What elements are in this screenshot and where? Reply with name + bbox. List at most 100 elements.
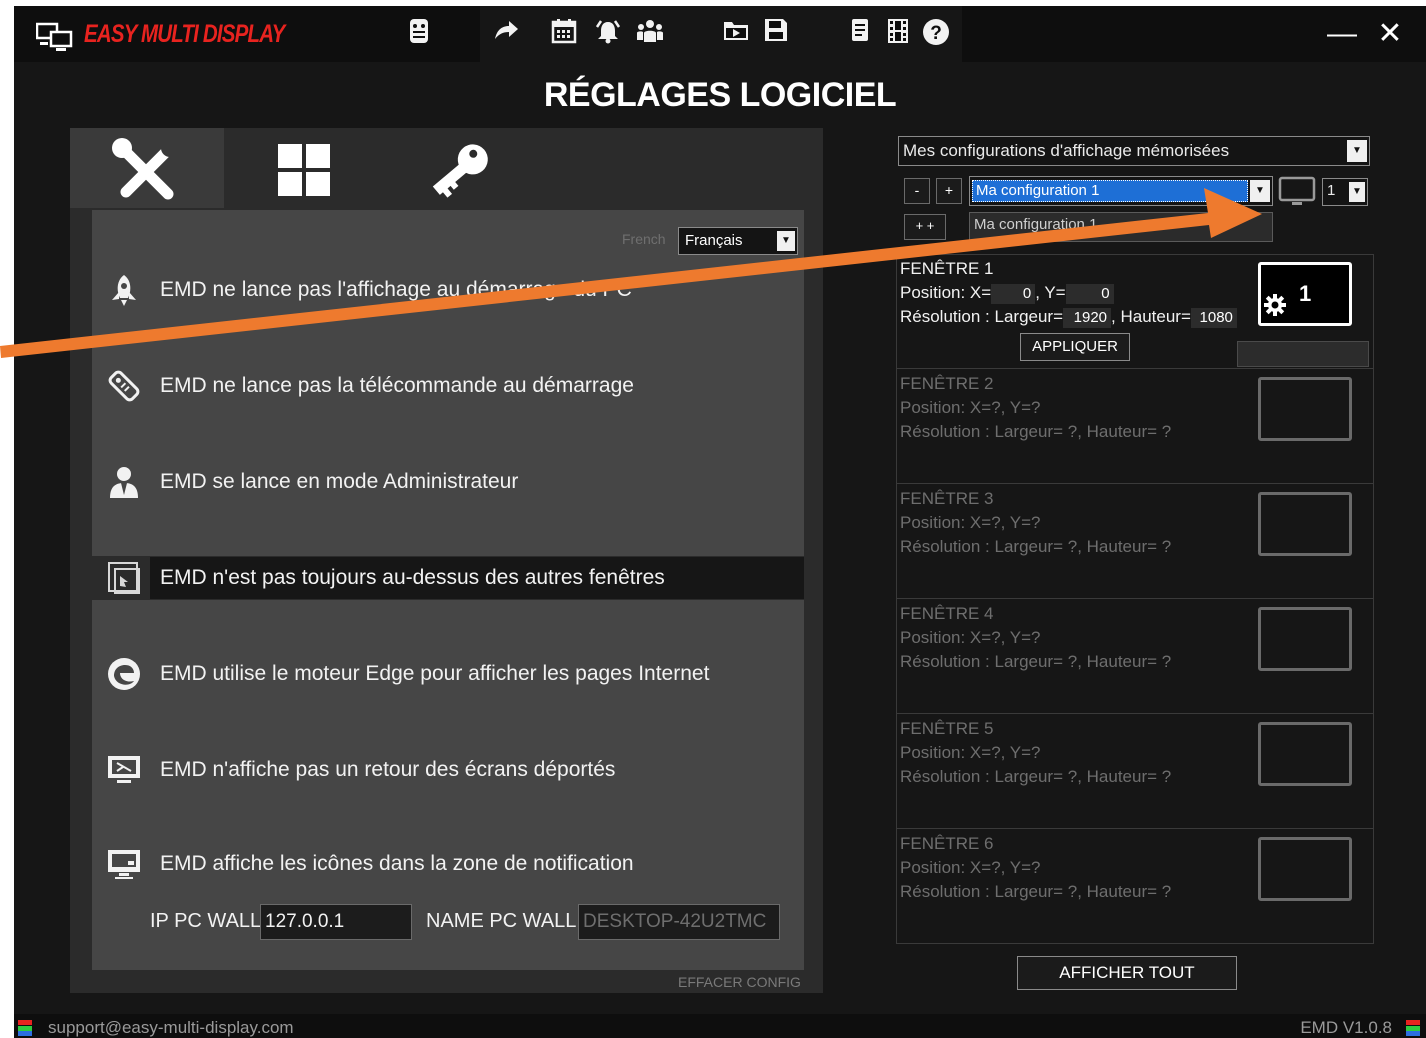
window-resolution: Résolution : Largeur= ?, Hauteur= ? — [900, 537, 1172, 556]
window-screen-number: 1 — [1299, 281, 1312, 306]
window-5[interactable]: FENÊTRE 5 Position: X=?, Y=? Résolution … — [897, 715, 1373, 829]
app-window: EASY MULTI DISPLAY ? — ✕ RÉGLAGES LOGICI… — [14, 6, 1426, 1038]
duplicate-config-button[interactable]: + + — [904, 214, 946, 240]
help-icon[interactable]: ? — [920, 18, 952, 50]
window-resolution: Résolution : Largeur= ?, Hauteur= ? — [900, 767, 1172, 786]
close-button[interactable]: ✕ — [1370, 14, 1410, 54]
folder-play-icon[interactable] — [720, 18, 752, 50]
multi-display-logo-icon — [36, 22, 73, 51]
window-title: FENÊTRE 6 — [900, 834, 994, 853]
chevron-down-icon[interactable]: ▼ — [777, 231, 795, 251]
option-label: EMD se lance en mode Administrateur — [160, 470, 519, 493]
save-icon[interactable] — [760, 18, 792, 50]
window-3[interactable]: FENÊTRE 3 Position: X=?, Y=? Résolution … — [897, 485, 1373, 599]
apply-button[interactable]: APPLIQUER — [1020, 333, 1130, 361]
option-always-on-top[interactable]: EMD n'est pas toujours au-dessus des aut… — [104, 558, 804, 598]
option-label: EMD affiche les icônes dans la zone de n… — [160, 852, 634, 875]
gear-icon[interactable] — [1263, 293, 1287, 317]
remove-config-button[interactable]: - — [904, 178, 930, 204]
ip-input[interactable]: 127.0.0.1 — [260, 904, 412, 940]
window-screen-preview[interactable] — [1258, 492, 1352, 556]
grid-icon[interactable] — [264, 136, 344, 206]
status-indicator-icon — [18, 1020, 32, 1036]
chevron-down-icon[interactable]: ▼ — [1349, 182, 1365, 202]
window-2[interactable]: FENÊTRE 2 Position: X=?, Y=? Résolution … — [897, 370, 1373, 484]
window-title: FENÊTRE 4 — [900, 604, 994, 623]
window-screen-preview[interactable] — [1258, 837, 1352, 901]
window-screen-preview[interactable] — [1258, 377, 1352, 441]
option-notification-icons[interactable]: EMD affiche les icônes dans la zone de n… — [104, 844, 804, 884]
group-icon[interactable] — [634, 18, 666, 50]
window-title: FENÊTRE 2 — [900, 374, 994, 393]
window-position: Position: X=?, Y=? — [900, 858, 1041, 877]
window-6[interactable]: FENÊTRE 6 Position: X=?, Y=? Résolution … — [897, 830, 1373, 944]
edge-icon — [108, 658, 140, 690]
window-4[interactable]: FENÊTRE 4 Position: X=?, Y=? Résolution … — [897, 600, 1373, 714]
option-edge-engine[interactable]: EMD utilise le moteur Edge pour afficher… — [104, 654, 804, 694]
height-input[interactable]: 1080 — [1190, 307, 1237, 328]
screen-select[interactable]: 1 ▼ — [1322, 178, 1368, 206]
option-label: EMD n'est pas toujours au-dessus des aut… — [160, 566, 665, 589]
window-screen-preview[interactable] — [1258, 722, 1352, 786]
monitor-icon — [108, 850, 140, 879]
monitor-icon[interactable] — [1278, 176, 1316, 208]
saved-configs-label: Mes configurations d'affichage mémorisée… — [903, 141, 1230, 160]
status-indicator-icon — [1406, 1020, 1420, 1036]
admin-user-icon — [110, 467, 138, 498]
language-value: Français — [685, 232, 743, 249]
window-title: FENÊTRE 5 — [900, 719, 994, 738]
x-input[interactable]: 0 — [991, 283, 1036, 304]
option-admin-mode[interactable]: EMD se lance en mode Administrateur — [104, 462, 804, 502]
windows-list: FENÊTRE 1 Position: X= 0, Y= 0 Résolution … — [896, 254, 1374, 944]
chevron-down-icon[interactable]: ▼ — [1347, 140, 1367, 162]
film-icon[interactable] — [882, 18, 914, 50]
language-label: French — [622, 231, 666, 247]
option-launch-remote[interactable]: EMD ne lance pas la télécommande au déma… — [104, 366, 804, 406]
config-name-input[interactable]: Ma configuration 1 — [969, 212, 1273, 242]
title-bar: EASY MULTI DISPLAY ? — ✕ — [14, 6, 1426, 62]
chevron-down-icon[interactable]: ▼ — [1250, 180, 1270, 202]
window-resolution: Résolution : Largeur= ?, Hauteur= ? — [900, 422, 1172, 441]
window-color-bar — [1237, 341, 1369, 367]
key-icon[interactable] — [419, 136, 499, 206]
app-name: EASY MULTI DISPLAY — [84, 20, 285, 48]
svg-text:?: ? — [930, 23, 942, 44]
config-select[interactable]: Ma configuration 1 ▼ — [969, 176, 1273, 206]
share-arrow-icon[interactable] — [490, 18, 522, 50]
window-front-icon — [108, 562, 140, 594]
window-position: Position: X=?, Y=? — [900, 743, 1041, 762]
window-position: Position: X= 0, Y= 0 — [900, 283, 1114, 304]
option-launch-display[interactable]: EMD ne lance pas l'affichage au démarrag… — [104, 270, 804, 310]
saved-configs-select[interactable]: Mes configurations d'affichage mémorisée… — [898, 136, 1370, 166]
calendar-icon[interactable] — [548, 18, 580, 50]
window-resolution: Résolution : Largeur= ?, Hauteur= ? — [900, 652, 1172, 671]
note-icon[interactable] — [844, 18, 876, 50]
position-label: Position: X= — [900, 283, 992, 302]
clear-config-button[interactable]: EFFACER CONFIG — [678, 974, 801, 990]
show-all-button[interactable]: AFFICHER TOUT — [1017, 956, 1237, 990]
y-label: , Y= — [1035, 283, 1066, 302]
window-title: FENÊTRE 1 — [900, 259, 994, 278]
tools-icon[interactable] — [108, 136, 188, 206]
window-screen-preview[interactable] — [1258, 607, 1352, 671]
window-screen-preview[interactable]: 1 — [1258, 262, 1352, 326]
language-select[interactable]: Français ▼ — [678, 227, 798, 255]
window-position: Position: X=?, Y=? — [900, 628, 1041, 647]
screen-number: 1 — [1327, 182, 1336, 199]
remote-icon[interactable] — [403, 18, 435, 50]
rocket-icon — [112, 275, 136, 306]
y-input[interactable]: 0 — [1065, 283, 1114, 304]
window-position: Position: X=?, Y=? — [900, 398, 1041, 417]
width-input[interactable]: 1920 — [1063, 307, 1112, 328]
window-resolution: Résolution : Largeur= 1920, Hauteur= 1080 — [900, 307, 1237, 328]
support-email[interactable]: support@easy-multi-display.com — [48, 1018, 294, 1038]
add-config-button[interactable]: + — [936, 178, 962, 204]
window-position: Position: X=?, Y=? — [900, 513, 1041, 532]
page-title: RÉGLAGES LOGICIEL — [543, 76, 897, 114]
pc-name-input[interactable]: DESKTOP-42U2TMC — [578, 904, 780, 940]
window-1[interactable]: FENÊTRE 1 Position: X= 0, Y= 0 Résolution … — [897, 255, 1373, 369]
minimize-button[interactable]: — — [1322, 14, 1362, 54]
alarm-icon[interactable] — [592, 18, 624, 50]
option-remote-screens[interactable]: EMD n'affiche pas un retour des écrans d… — [104, 750, 804, 790]
height-label: , Hauteur= — [1111, 307, 1191, 326]
